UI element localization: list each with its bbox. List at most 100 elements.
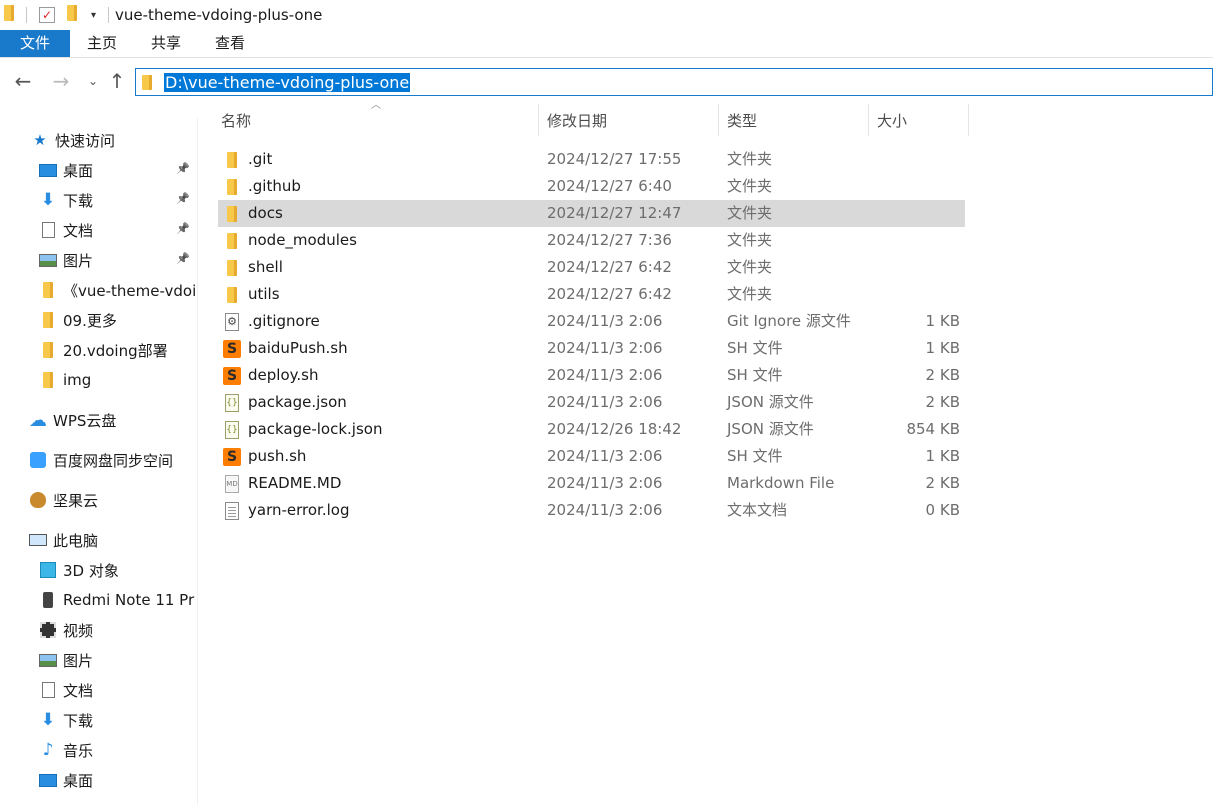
sidebar-item[interactable]: 3D 对象	[0, 555, 197, 585]
file-row[interactable]: ⚙ .gitignore 2024/11/3 2:06 Git Ignore 源文件 1…	[218, 308, 965, 335]
sidebar-item[interactable]: 文档	[0, 675, 197, 705]
sidebar-item[interactable]: ♪ 音乐	[0, 735, 197, 765]
sidebar-item[interactable]: 百度网盘同步空间	[0, 445, 197, 475]
folder-icon	[222, 231, 242, 251]
sidebar-item[interactable]: 视频	[0, 615, 197, 645]
toolbar-divider	[26, 7, 27, 23]
sidebar-item[interactable]: 文档 📌	[0, 215, 197, 245]
sidebar-item[interactable]: ⬇ 下载	[0, 705, 197, 735]
sidebar-item[interactable]: 图片	[0, 645, 197, 675]
address-bar[interactable]: D:\vue-theme-vdoing-plus-one	[135, 68, 1213, 96]
file-row[interactable]: node_modules 2024/12/27 7:36 文件夹	[218, 227, 965, 254]
file-row[interactable]: .github 2024/12/27 6:40 文件夹	[218, 173, 965, 200]
file-modified-date: 2024/11/3 2:06	[547, 339, 663, 357]
file-size: 2 KB	[925, 474, 960, 492]
column-divider[interactable]	[718, 104, 719, 136]
address-path-input[interactable]: D:\vue-theme-vdoing-plus-one	[164, 73, 411, 92]
properties-icon[interactable]: ✓	[39, 7, 55, 23]
file-row[interactable]: yarn-error.log 2024/11/3 2:06 文本文档 0 KB	[218, 497, 965, 524]
up-arrow-icon[interactable]: ↑	[106, 70, 128, 92]
sidebar-item-label: img	[63, 371, 92, 389]
file-type: JSON 源文件	[727, 393, 814, 411]
file-name: README.MD	[248, 474, 342, 492]
computer-icon	[28, 530, 48, 550]
file-modified-date: 2024/12/26 18:42	[547, 420, 682, 438]
folder-icon	[4, 5, 14, 25]
file-modified-date: 2024/12/27 17:55	[547, 150, 682, 168]
file-row[interactable]: MD README.MD 2024/11/3 2:06 Markdown File 2 …	[218, 470, 965, 497]
toolbar-divider	[108, 7, 110, 23]
tab-share[interactable]: 共享	[134, 30, 198, 57]
sidebar-item[interactable]: ☁ WPS云盘	[0, 405, 197, 435]
file-size: 0 KB	[925, 501, 960, 519]
file-name: utils	[248, 285, 280, 303]
column-divider[interactable]	[538, 104, 539, 136]
column-header-size[interactable]: 大小	[877, 104, 907, 136]
sidebar-item[interactable]: Redmi Note 11 Pr	[0, 585, 197, 615]
file-row[interactable]: shell 2024/12/27 6:42 文件夹	[218, 254, 965, 281]
ribbon-tabs: 文件 主页 共享 查看	[0, 30, 1213, 58]
file-row[interactable]: {} package-lock.json 2024/12/26 18:42 JSON …	[218, 416, 965, 443]
folder-icon	[38, 340, 58, 360]
sidebar-item[interactable]: 09.更多	[0, 305, 197, 335]
sidebar-item[interactable]: 20.vdoing部署	[0, 335, 197, 365]
sidebar-item-label: WPS云盘	[53, 411, 117, 430]
sidebar-item-label: 3D 对象	[63, 561, 119, 580]
sidebar-item[interactable]: ★ 快速访问	[0, 125, 197, 155]
navigation-bar: ← → ⌄ ↑ D:\vue-theme-vdoing-plus-one	[0, 58, 1213, 106]
sidebar-item[interactable]: 桌面	[0, 765, 197, 795]
file-row[interactable]: {} package.json 2024/11/3 2:06 JSON 源文件 2 KB	[218, 389, 965, 416]
recent-locations-chevron-icon[interactable]: ⌄	[82, 70, 104, 92]
file-name: node_modules	[248, 231, 357, 249]
quick-access-toolbar: ✓ ▾	[0, 0, 115, 30]
file-type: SH 文件	[727, 339, 783, 357]
sidebar-item[interactable]: 坚果云	[0, 485, 197, 515]
sidebar-item-label: 视频	[63, 621, 94, 640]
column-header-name[interactable]: 名称	[221, 104, 251, 136]
sidebar-item-label: 09.更多	[63, 311, 117, 330]
column-header-date[interactable]: 修改日期	[547, 104, 607, 136]
sidebar-item-label: 百度网盘同步空间	[53, 451, 174, 470]
file-name: yarn-error.log	[248, 501, 350, 519]
file-row[interactable]: docs 2024/12/27 12:47 文件夹	[218, 200, 965, 227]
file-modified-date: 2024/11/3 2:06	[547, 447, 663, 465]
sidebar-item[interactable]: 《vue-theme-vdoi	[0, 275, 197, 305]
sidebar-item[interactable]: img	[0, 365, 197, 395]
column-header-type[interactable]: 类型	[727, 104, 757, 136]
back-arrow-icon[interactable]: ←	[12, 70, 34, 92]
new-folder-icon[interactable]	[67, 5, 77, 25]
sidebar-item-label: 快速访问	[55, 131, 116, 150]
column-divider[interactable]	[968, 104, 969, 136]
file-row[interactable]: Spush.sh 2024/11/3 2:06 SH 文件 1 KB	[218, 443, 965, 470]
file-row[interactable]: Sdeploy.sh 2024/11/3 2:06 SH 文件 2 KB	[218, 362, 965, 389]
file-modified-date: 2024/11/3 2:06	[547, 474, 663, 492]
file-type: 文件夹	[727, 150, 773, 168]
file-modified-date: 2024/12/27 7:36	[547, 231, 672, 249]
file-modified-date: 2024/11/3 2:06	[547, 366, 663, 384]
tab-file[interactable]: 文件	[0, 30, 70, 57]
file-size: 1 KB	[925, 312, 960, 330]
column-divider[interactable]	[868, 104, 869, 136]
tab-view[interactable]: 查看	[198, 30, 262, 57]
json-file-icon: {}	[222, 420, 242, 440]
tab-home[interactable]: 主页	[70, 30, 134, 57]
file-row[interactable]: .git 2024/12/27 17:55 文件夹	[218, 146, 965, 173]
forward-arrow-icon[interactable]: →	[50, 70, 72, 92]
sidebar-item[interactable]: 此电脑	[0, 525, 197, 555]
sidebar-item[interactable]: ⬇ 下载 📌	[0, 185, 197, 215]
file-row[interactable]: utils 2024/12/27 6:42 文件夹	[218, 281, 965, 308]
file-type: 文件夹	[727, 204, 773, 222]
document-icon	[38, 680, 58, 700]
customize-toolbar-icon[interactable]: ▾	[91, 10, 96, 21]
file-name: package-lock.json	[248, 420, 383, 438]
sort-ascending-icon: ︿	[371, 100, 381, 111]
phone-icon	[38, 590, 58, 610]
file-modified-date: 2024/11/3 2:06	[547, 393, 663, 411]
baidu-netdisk-icon	[28, 450, 48, 470]
sidebar-item[interactable]: 桌面 📌	[0, 155, 197, 185]
file-row[interactable]: SbaiduPush.sh 2024/11/3 2:06 SH 文件 1 KB	[218, 335, 965, 362]
sidebar-item[interactable]: 图片 📌	[0, 245, 197, 275]
file-modified-date: 2024/12/27 6:40	[547, 177, 672, 195]
file-size: 1 KB	[925, 339, 960, 357]
json-file-icon: {}	[222, 393, 242, 413]
